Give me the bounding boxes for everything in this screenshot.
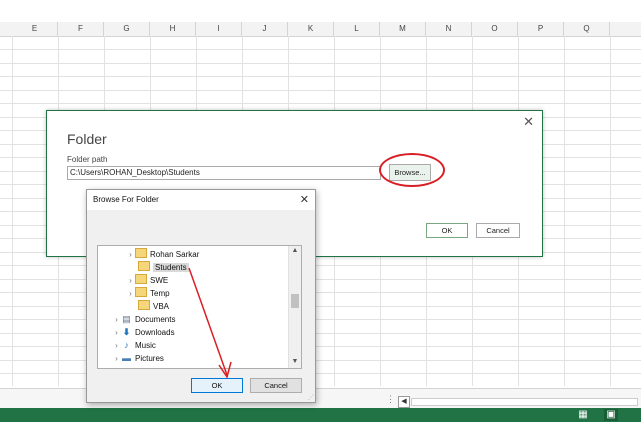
column-header-g[interactable]: G [104, 22, 150, 36]
folder-icon [138, 300, 150, 310]
column-header-n[interactable]: N [426, 22, 472, 36]
chevron-right-icon[interactable]: › [112, 313, 121, 326]
dialog-title: Folder [67, 131, 107, 147]
tree-item-label: Temp [150, 289, 170, 298]
tree-item-label: Documents [135, 315, 176, 324]
cancel-button[interactable]: Cancel [476, 223, 520, 238]
folder-icon [138, 261, 150, 271]
chevron-right-icon[interactable]: › [126, 274, 135, 287]
close-icon[interactable]: ✕ [300, 193, 309, 206]
tree-item-label: Rohan Sarkar [150, 250, 200, 259]
folder-path-field[interactable]: C:\Users\ROHAN_Desktop\Students [67, 166, 381, 180]
browse-for-folder-dialog: Browse For Folder ✕ › Rohan Sarkar Studen… [86, 189, 316, 403]
tree-item-documents[interactable]: › ▤ Documents [112, 313, 175, 326]
split-handle-icon[interactable]: ⋮ [386, 394, 395, 405]
chevron-right-icon[interactable]: › [126, 248, 135, 261]
scrollbar-thumb[interactable] [291, 294, 299, 308]
tree-item-label: Music [135, 341, 156, 350]
folder-path-label: Folder path [67, 155, 108, 164]
tree-item-vba[interactable]: VBA [138, 300, 169, 313]
chevron-right-icon[interactable]: › [112, 326, 121, 339]
grid-line [0, 63, 641, 64]
normal-view-icon[interactable]: ▦ [576, 409, 590, 421]
chevron-right-icon[interactable]: › [126, 287, 135, 300]
dialog-title: Browse For Folder [93, 195, 159, 204]
dialog-titlebar[interactable]: Browse For Folder ✕ [87, 190, 315, 210]
scroll-up-icon[interactable]: ▲ [289, 246, 301, 256]
vertical-scrollbar[interactable]: ▲ ▼ [288, 246, 301, 368]
scroll-left-icon[interactable]: ◀ [398, 396, 410, 408]
grid-line [0, 76, 641, 77]
folder-icon [135, 248, 147, 258]
annotation-circle [379, 153, 445, 187]
ok-button[interactable]: OK [426, 223, 468, 238]
download-icon: ⬇ [122, 327, 131, 337]
status-bar: ▦ ▣ [0, 408, 641, 422]
tree-item-label: Downloads [135, 328, 175, 337]
column-header-o[interactable]: O [472, 22, 518, 36]
column-header-e[interactable]: E [12, 22, 58, 36]
tree-item-pictures[interactable]: › ▬ Pictures [112, 352, 164, 365]
column-header-k[interactable]: K [288, 22, 334, 36]
tree-item-swe[interactable]: › SWE [126, 274, 168, 287]
cancel-button[interactable]: Cancel [250, 378, 302, 393]
tree-item-music[interactable]: › ♪ Music [112, 339, 156, 352]
column-header-f[interactable]: F [58, 22, 104, 36]
document-icon: ▤ [122, 314, 131, 324]
tree-item-label: Students [153, 263, 189, 272]
column-header-i[interactable]: I [196, 22, 242, 36]
grid-line [0, 103, 641, 104]
grid-line [0, 90, 641, 91]
scroll-down-icon[interactable]: ▼ [289, 357, 301, 367]
resize-grip-icon[interactable]: ⋰ [308, 394, 314, 401]
column-header-m[interactable]: M [380, 22, 426, 36]
tree-item-rohan-sarkar[interactable]: › Rohan Sarkar [126, 248, 199, 261]
tree-item-label: Pictures [135, 354, 164, 363]
tree-item-downloads[interactable]: › ⬇ Downloads [112, 326, 175, 339]
folder-tree[interactable]: › Rohan Sarkar Students › SWE › Temp VBA › ▤… [97, 245, 302, 369]
horizontal-scrollbar[interactable] [411, 398, 638, 406]
folder-icon [135, 274, 147, 284]
ok-button[interactable]: OK [191, 378, 243, 393]
tree-item-temp[interactable]: › Temp [126, 287, 170, 300]
tree-item-students[interactable]: Students [138, 261, 189, 274]
close-icon[interactable]: ✕ [523, 114, 534, 130]
chevron-right-icon[interactable]: › [112, 352, 121, 365]
tree-item-label: SWE [150, 276, 169, 285]
column-header-row: E F G H I J K L M N O P Q [0, 22, 641, 37]
grid-line [0, 49, 641, 50]
pictures-icon: ▬ [122, 353, 131, 363]
tree-item-label: VBA [153, 302, 170, 311]
music-icon: ♪ [124, 340, 129, 350]
column-header-q[interactable]: Q [564, 22, 610, 36]
column-header-l[interactable]: L [334, 22, 380, 36]
column-header-j[interactable]: J [242, 22, 288, 36]
page-layout-view-icon[interactable]: ▣ [604, 409, 618, 421]
chevron-right-icon[interactable]: › [112, 339, 121, 352]
column-header-p[interactable]: P [518, 22, 564, 36]
column-header-h[interactable]: H [150, 22, 196, 36]
folder-icon [135, 287, 147, 297]
